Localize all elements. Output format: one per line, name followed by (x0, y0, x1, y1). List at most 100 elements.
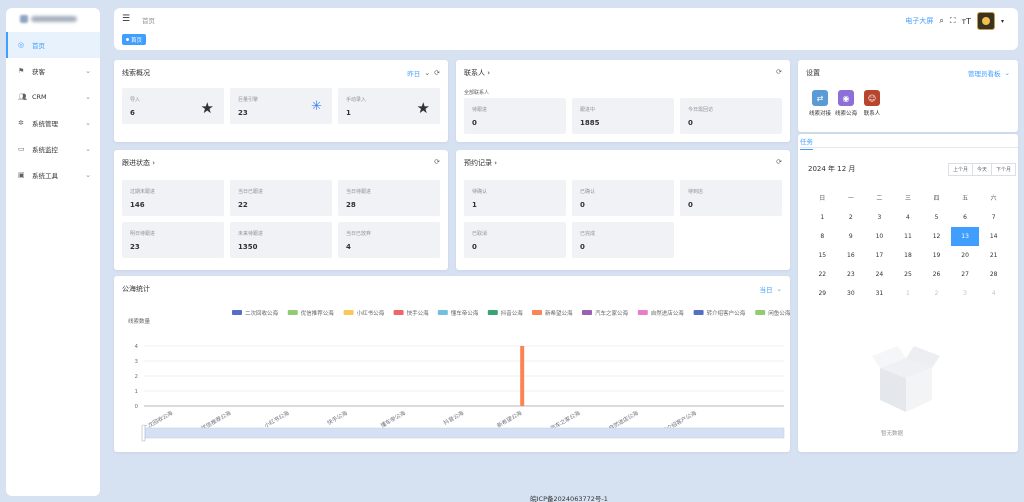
stat-label: 巨量引擎 (238, 97, 259, 103)
calendar-day[interactable]: 8 (808, 227, 837, 246)
sidebar: ◎ 首页 ⚑ 获客 ⌄ 👥︎ CRM ⌄ ✲ 系统管理 ⌄ ▭ 系统监控 ⌄ ▣… (6, 8, 100, 496)
legend-label: 优信推荐公海 (301, 309, 335, 317)
calendar-day[interactable]: 4 (979, 284, 1008, 303)
calendar-day[interactable]: 22 (808, 265, 837, 284)
legend-swatch (693, 310, 704, 315)
calendar-day[interactable]: 16 (837, 246, 866, 265)
stat-value: 23 (238, 109, 248, 117)
menu-toggle-icon[interactable]: ☰ (122, 14, 130, 24)
legend-swatch (343, 310, 354, 315)
shortcut-contacts[interactable]: ☺ 联系人 (859, 90, 885, 117)
board-dropdown[interactable]: 管理员看板 (968, 68, 1001, 78)
calendar-day[interactable]: 3 (951, 284, 980, 303)
calendar-day[interactable]: 7 (979, 208, 1008, 227)
card-title: 线索概况 (122, 69, 150, 77)
calendar-day[interactable]: 25 (894, 265, 923, 284)
calendar-day[interactable]: 2 (837, 208, 866, 227)
shortcut-lead-dock[interactable]: ⇄ 线索对接 (807, 90, 833, 117)
appointments-card: 预约记录 › ⟳ 待确认 1 已确认 0 待到店 0 已取消 0 已完成 0 (456, 150, 790, 270)
shortcut-label: 线索对接 (808, 111, 831, 117)
monitor-icon: ▭ (18, 145, 25, 153)
calendar-day[interactable]: 9 (837, 227, 866, 246)
stat-value: 0 (472, 119, 477, 127)
tab-tasks[interactable]: 任务 (800, 136, 813, 150)
sidebar-item-system-admin[interactable]: ✲ 系统管理 ⌄ (6, 110, 100, 136)
sidebar-item-home[interactable]: ◎ 首页 (6, 32, 100, 58)
calendar-day[interactable]: 18 (894, 246, 923, 265)
calendar-day[interactable]: 10 (865, 227, 894, 246)
calendar-day[interactable]: 14 (979, 227, 1008, 246)
calendar-day[interactable]: 31 (865, 284, 894, 303)
calendar-day[interactable]: 6 (951, 208, 980, 227)
next-month-button[interactable]: 下个月 (990, 163, 1016, 176)
stat-value: 23 (130, 243, 140, 251)
calendar-day[interactable]: 11 (894, 227, 923, 246)
card-title[interactable]: 联系人 › (464, 68, 490, 78)
calendar-day[interactable]: 17 (865, 246, 894, 265)
stat-label: 跟进中 (580, 107, 596, 113)
search-icon[interactable]: ⌕ (939, 16, 943, 26)
calendar-day[interactable]: 1 (894, 284, 923, 303)
stat-completed: 已完成 0 (572, 222, 674, 258)
calendar-day[interactable]: 15 (808, 246, 837, 265)
caret-down-icon[interactable]: ▾ (1001, 18, 1004, 25)
refresh-icon[interactable]: ⟳ (776, 158, 782, 166)
stat-revisit-today: 今日需回访 0 (680, 98, 782, 134)
calendar-day[interactable]: 2 (922, 284, 951, 303)
calendar-day[interactable]: 5 (922, 208, 951, 227)
today-button[interactable]: 今天 (971, 163, 992, 176)
font-size-icon[interactable]: ᴛT (961, 17, 971, 26)
calendar-day[interactable]: 24 (865, 265, 894, 284)
calendar-day[interactable]: 21 (979, 246, 1008, 265)
refresh-icon[interactable]: ⟳ (434, 158, 440, 166)
card-title-text: 跟进状态 (122, 159, 150, 167)
calendar-day[interactable]: 12 (922, 227, 951, 246)
stat-value: 28 (346, 201, 356, 209)
stat-label: 已取消 (472, 231, 488, 237)
sidebar-item-crm[interactable]: 👥︎ CRM ⌄ (6, 84, 100, 110)
calendar-day[interactable]: 1 (808, 208, 837, 227)
stat-value: 1 (346, 109, 351, 117)
fullscreen-icon[interactable]: ⛶ (950, 16, 956, 26)
legend-label: 汽车之家公海 (595, 309, 629, 317)
stat-value: 0 (472, 243, 477, 251)
calendar-day[interactable]: 4 (894, 208, 923, 227)
stat-due-today: 当日待跟进 28 (338, 180, 440, 216)
calendar-day[interactable]: 20 (951, 246, 980, 265)
calendar-day[interactable]: 27 (951, 265, 980, 284)
calendar-weekday: 二 (876, 195, 883, 202)
stat-value: 22 (238, 201, 248, 209)
calendar-day[interactable]: 3 (865, 208, 894, 227)
sidebar-item-system-monitor[interactable]: ▭ 系统监控 ⌄ (6, 136, 100, 162)
public-pool-stats-card: 公海统计 当日 ⌄ 二次回收公海 优信推荐公海 小红书公海 快手公海 懂车帝公海 抖音公海… (114, 276, 790, 452)
date-filter-dropdown[interactable]: 昨日 (407, 68, 420, 78)
card-title[interactable]: 跟进状态 › (122, 158, 155, 168)
avatar[interactable] (976, 12, 995, 30)
calendar-day[interactable]: 29 (808, 284, 837, 303)
refresh-icon[interactable]: ⟳ (434, 69, 440, 77)
logo-text (31, 16, 77, 22)
users-icon: 👥︎ (18, 93, 27, 101)
sidebar-item-acquire[interactable]: ⚑ 获客 ⌄ (6, 58, 100, 84)
calendar-day[interactable]: 30 (837, 284, 866, 303)
empty-box-icon (866, 338, 946, 420)
chevron-right-icon: › (494, 159, 498, 167)
calendar-day[interactable]: 19 (922, 246, 951, 265)
calendar-day[interactable]: 26 (922, 265, 951, 284)
stat-label: 待确认 (472, 189, 488, 195)
breadcrumb[interactable]: 首页 (142, 15, 155, 25)
tab-home[interactable]: 首页 (122, 34, 147, 45)
card-title[interactable]: 预约记录 › (464, 158, 497, 168)
prev-month-button[interactable]: 上个月 (947, 163, 973, 176)
refresh-icon[interactable]: ⟳ (776, 68, 782, 76)
legend-label: 二次回收公海 (245, 309, 279, 317)
chevron-down-icon: ⌄ (85, 93, 91, 101)
sidebar-item-system-tools[interactable]: ▣ 系统工具 ⌄ (6, 162, 100, 188)
stat-label: 今日需回访 (688, 107, 714, 113)
calendar-day[interactable]: 23 (837, 265, 866, 284)
shortcut-lead-pool[interactable]: ◉ 线索公海 (833, 90, 859, 117)
calendar-day[interactable]: 28 (979, 265, 1008, 284)
zoom-handle[interactable] (141, 424, 146, 442)
big-screen-link[interactable]: 电子大屏 (905, 16, 933, 26)
calendar-day[interactable]: 13 (950, 227, 980, 246)
